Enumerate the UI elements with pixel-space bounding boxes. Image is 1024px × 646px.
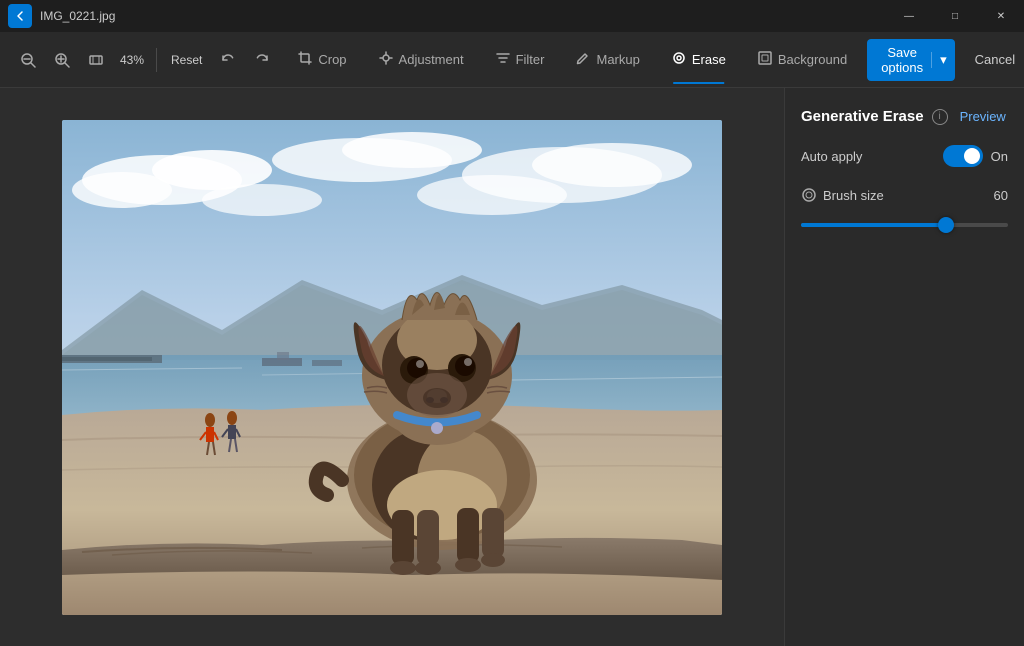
canvas-area[interactable] [0, 88, 784, 646]
window-title: IMG_0221.jpg [40, 9, 115, 23]
back-button[interactable] [8, 4, 32, 28]
maximize-button[interactable]: □ [932, 0, 978, 32]
toolbar-nav: Crop Adjustment Filter [282, 43, 863, 76]
auto-apply-toggle[interactable] [943, 145, 983, 167]
photo-canvas[interactable] [62, 120, 722, 615]
toggle-container: On [943, 145, 1008, 167]
toolbar-divider [156, 48, 157, 72]
minimize-button[interactable]: — [886, 0, 932, 32]
zoom-out-button[interactable] [12, 44, 44, 76]
save-options-arrow[interactable]: ▾ [931, 52, 955, 68]
slider-fill [801, 223, 946, 227]
nav-erase[interactable]: Erase [656, 43, 742, 76]
brush-size-slider-container [801, 215, 1008, 235]
brush-label-container: Brush size [801, 187, 884, 203]
title-bar: IMG_0221.jpg — □ ✕ [0, 0, 1024, 32]
save-options-label: Save options [881, 45, 931, 75]
close-button[interactable]: ✕ [978, 0, 1024, 32]
nav-markup[interactable]: Markup [560, 43, 655, 76]
adjustment-icon [379, 51, 393, 68]
nav-adjustment[interactable]: Adjustment [363, 43, 480, 76]
toolbar-right: Save options ▾ Cancel [867, 39, 1024, 81]
zoom-in-button[interactable] [46, 44, 78, 76]
background-label: Background [778, 52, 847, 67]
beach-image [62, 120, 722, 615]
window-controls: — □ ✕ [886, 0, 1024, 32]
crop-label: Crop [318, 52, 346, 67]
main-content: Generative Erase i Preview Auto apply On [0, 88, 1024, 646]
slider-thumb[interactable] [938, 217, 954, 233]
nav-crop[interactable]: Crop [282, 43, 362, 76]
erase-icon [672, 51, 686, 68]
brush-size-row: Brush size 60 [801, 187, 1008, 203]
preview-link[interactable]: Preview [960, 109, 1006, 124]
markup-label: Markup [596, 52, 639, 67]
info-icon[interactable]: i [932, 109, 948, 125]
toggle-knob [964, 148, 980, 164]
title-bar-left: IMG_0221.jpg [8, 4, 115, 28]
image-container [62, 120, 722, 615]
right-panel: Generative Erase i Preview Auto apply On [784, 88, 1024, 646]
nav-background[interactable]: Background [742, 43, 863, 76]
erase-label: Erase [692, 52, 726, 67]
panel-title: Generative Erase [801, 108, 924, 125]
adjustment-label: Adjustment [399, 52, 464, 67]
crop-icon [298, 51, 312, 68]
auto-apply-row: Auto apply On [801, 145, 1008, 167]
filter-icon [496, 51, 510, 68]
zoom-level: 43% [114, 53, 150, 67]
toggle-on-label: On [991, 149, 1008, 164]
redo-button[interactable] [246, 44, 278, 76]
nav-filter[interactable]: Filter [480, 43, 561, 76]
cancel-button[interactable]: Cancel [963, 46, 1024, 73]
brush-size-value: 60 [994, 188, 1008, 203]
panel-header: Generative Erase i Preview [801, 108, 1008, 125]
fit-view-button[interactable] [80, 44, 112, 76]
toolbar-left: 43% Reset [12, 44, 278, 76]
undo-button[interactable] [212, 44, 244, 76]
background-icon [758, 51, 772, 68]
slider-track [801, 223, 1008, 227]
markup-icon [576, 51, 590, 68]
brush-icon [801, 187, 817, 203]
save-options-button[interactable]: Save options ▾ [867, 39, 954, 81]
brush-size-label: Brush size [823, 188, 884, 203]
auto-apply-label: Auto apply [801, 149, 862, 164]
filter-label: Filter [516, 52, 545, 67]
toolbar: 43% Reset Crop [0, 32, 1024, 88]
reset-button[interactable]: Reset [163, 49, 210, 71]
